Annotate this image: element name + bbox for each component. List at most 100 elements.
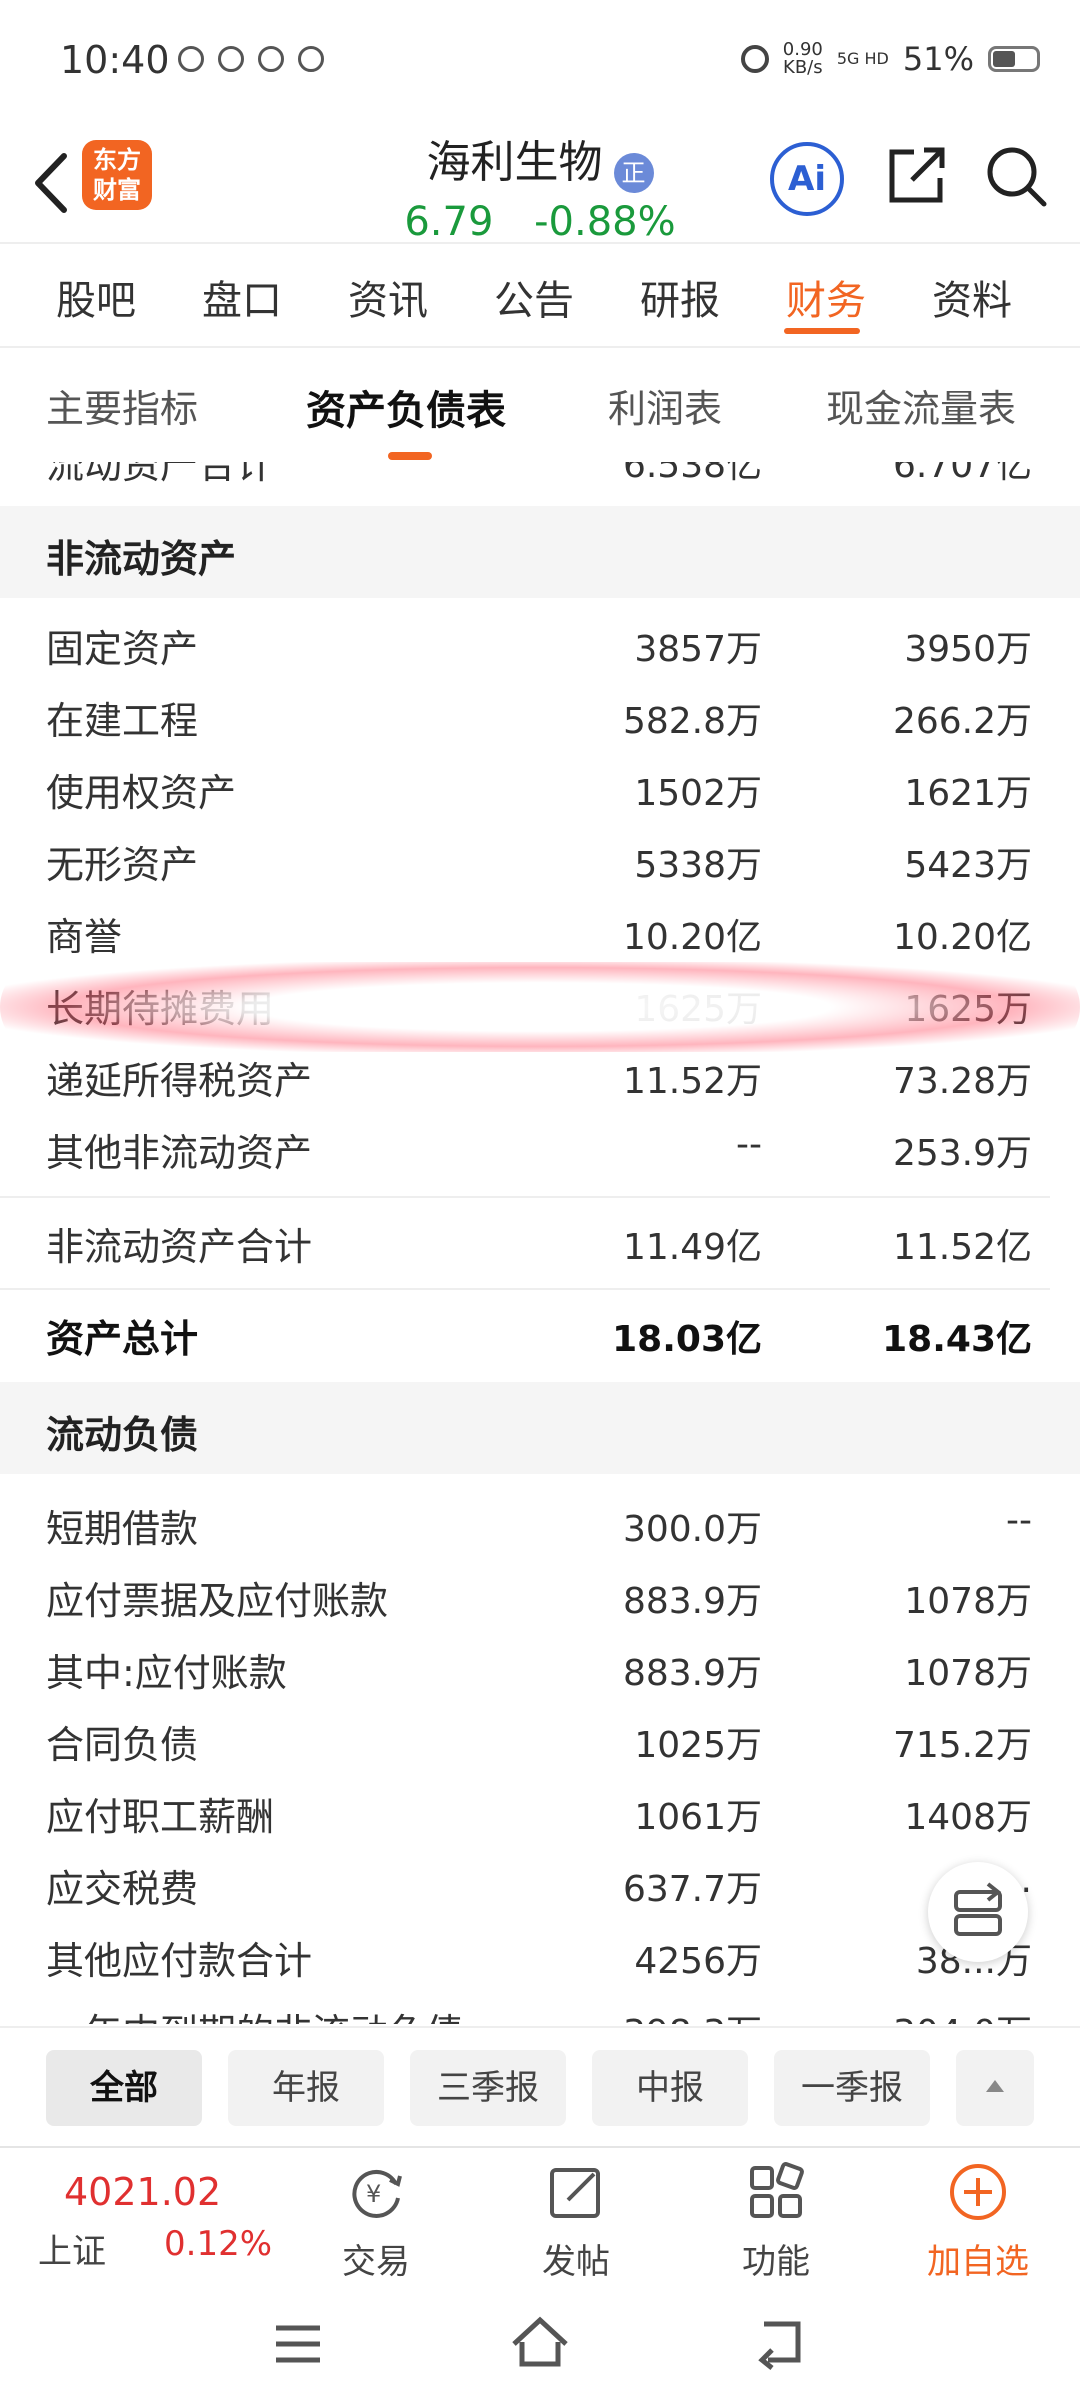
tab-guba[interactable]: 股吧: [56, 268, 136, 326]
filter-q3[interactable]: 三季报: [410, 2050, 566, 2126]
row-value-2: 1078万: [904, 1581, 1032, 1622]
ai-assistant-button[interactable]: Ai: [770, 142, 844, 216]
svg-text:¥: ¥: [366, 2180, 381, 2208]
row-value-2: 1625万: [904, 989, 1032, 1030]
section-header: 流动负债: [0, 1382, 1080, 1474]
share-icon[interactable]: [884, 144, 948, 212]
table-row-total: 资产总计 18.03亿 18.43亿: [0, 1296, 1080, 1368]
status-badge: 正: [613, 152, 654, 193]
active-tab-indicator: [784, 328, 860, 334]
add-watchlist-label: 加自选: [927, 2242, 1029, 2282]
row-value-2: 3950万: [904, 629, 1032, 670]
back-nav-button[interactable]: [750, 2314, 810, 2374]
table-row: 短期借款 300.0万 --: [0, 1486, 1080, 1558]
index-value: 4021.02: [64, 2170, 222, 2214]
index-change: 0.12%: [164, 2224, 273, 2264]
filter-annual[interactable]: 年报: [228, 2050, 384, 2126]
row-value-2: 715.2万: [892, 1725, 1032, 1766]
system-nav-bar: [0, 2282, 1080, 2408]
subtab-income-statement[interactable]: 利润表: [608, 378, 722, 433]
menu-button[interactable]: [270, 2316, 326, 2376]
subtab-balance-sheet[interactable]: 资产负债表: [306, 378, 506, 436]
table-row: 一年内到期的非流动负债 398.3万 304.0万: [0, 1990, 1080, 2024]
row-label: 合同负债: [46, 1723, 199, 1767]
row-value-2: --: [1006, 1500, 1032, 1541]
row-label: 在建工程: [46, 699, 199, 743]
notification-icons: [178, 46, 324, 72]
table-row: 合同负债 1025万 715.2万: [0, 1702, 1080, 1774]
row-value-1: 582.8万: [622, 701, 762, 742]
menu-icon: [276, 2325, 320, 2363]
yuan-trade-icon: ¥: [352, 2169, 402, 2218]
row-value-2: 1621万: [904, 773, 1032, 814]
post-label: 发帖: [542, 2242, 610, 2282]
add-watchlist-button[interactable]: 加自选: [908, 2160, 1048, 2283]
row-label: 流动资产合计: [46, 462, 275, 487]
tab-pankou[interactable]: 盘口: [202, 268, 282, 326]
section-header: 非流动资产: [0, 506, 1080, 598]
app-notification-icon: [218, 46, 244, 72]
table-row: 长期待摊费用 1625万 1625万: [0, 966, 1080, 1038]
speed-unit: KB/s: [783, 57, 823, 78]
row-label: 短期借款: [46, 1507, 199, 1551]
table-row: 商誉 10.20亿 10.20亿: [0, 894, 1080, 966]
tab-finance[interactable]: 财务: [786, 268, 866, 326]
row-value-1: 5338万: [634, 845, 762, 886]
row-label: 固定资产: [46, 627, 199, 671]
row-value-1: 883.9万: [622, 1653, 762, 1694]
divider: [0, 1288, 1050, 1290]
filter-interim[interactable]: 中报: [592, 2050, 748, 2126]
divider: [0, 1196, 1050, 1198]
grid-icon: [750, 2162, 804, 2218]
stock-price: 6.79: [404, 198, 494, 245]
app-notification-icon: [298, 46, 324, 72]
row-value-2: 253.9万: [892, 1133, 1032, 1174]
main-tabs: 股吧 盘口 资讯 公告 研报 财务 资料: [0, 244, 1080, 348]
table-row: 其他应付款合计 4256万 38...万: [0, 1918, 1080, 1990]
plus-circle-icon: [950, 2164, 1006, 2220]
table-row: 其中:应付账款 883.9万 1078万: [0, 1630, 1080, 1702]
section-title: 非流动资产: [46, 537, 237, 581]
tab-news[interactable]: 资讯: [348, 268, 428, 326]
row-value-1: 398.3万: [623, 2004, 762, 2024]
search-icon[interactable]: [984, 144, 1050, 214]
row-label: 应交税费: [46, 1867, 199, 1911]
tab-profile[interactable]: 资料: [932, 268, 1012, 326]
table-row: 其他非流动资产 -- 253.9万: [0, 1110, 1080, 1182]
subtab-cash-flow[interactable]: 现金流量表: [826, 378, 1016, 433]
table-row: 递延所得税资产 11.52万 73.28万: [0, 1038, 1080, 1110]
filter-all[interactable]: 全部: [46, 2050, 202, 2126]
functions-button[interactable]: 功能: [706, 2160, 846, 2283]
report-period-filters: 全部 年报 三季报 中报 一季报: [0, 2026, 1080, 2146]
floating-action-button[interactable]: [928, 1862, 1028, 1962]
home-button[interactable]: [508, 2312, 572, 2376]
row-label: 资产总计: [46, 1317, 199, 1361]
row-value-2: 73.28万: [892, 1061, 1032, 1102]
edit-icon: [550, 2168, 600, 2218]
table-row: 应交税费 637.7万 66...: [0, 1846, 1080, 1918]
scroll-top-button[interactable]: [956, 2050, 1034, 2126]
back-arrow-icon: [758, 2321, 801, 2370]
row-value-1: 4256万: [634, 1941, 762, 1982]
subtab-key-indicators[interactable]: 主要指标: [46, 378, 198, 433]
row-label: 一年内到期的非流动负债: [46, 2002, 464, 2024]
table-row: 非流动资产合计 11.49亿 11.52亿: [0, 1204, 1080, 1276]
row-value-1: --: [736, 1124, 762, 1165]
index-name: 上证: [38, 2232, 106, 2272]
stock-change: -0.88%: [534, 198, 676, 245]
row-label: 非流动资产合计: [46, 1225, 313, 1269]
row-value-1: 1025万: [634, 1725, 762, 1766]
row-value-1: 883.9万: [622, 1581, 762, 1622]
section-title: 流动负债: [46, 1413, 199, 1457]
switch-icon: [954, 1882, 1002, 1936]
row-label: 其中:应付账款: [46, 1651, 287, 1695]
row-value-2: 6.707亿: [892, 462, 1032, 486]
bottom-bar: 4021.02 上证 0.12% ¥ 交易 发帖 功能 加自选: [0, 2146, 1080, 2284]
trade-button[interactable]: ¥ 交易: [306, 2160, 446, 2283]
row-value-2: 18.43亿: [882, 1319, 1032, 1360]
tab-announcements[interactable]: 公告: [494, 268, 574, 326]
post-button[interactable]: 发帖: [506, 2160, 646, 2283]
tab-research[interactable]: 研报: [640, 268, 720, 326]
filter-q1[interactable]: 一季报: [774, 2050, 930, 2126]
battery-icon: [988, 46, 1040, 72]
